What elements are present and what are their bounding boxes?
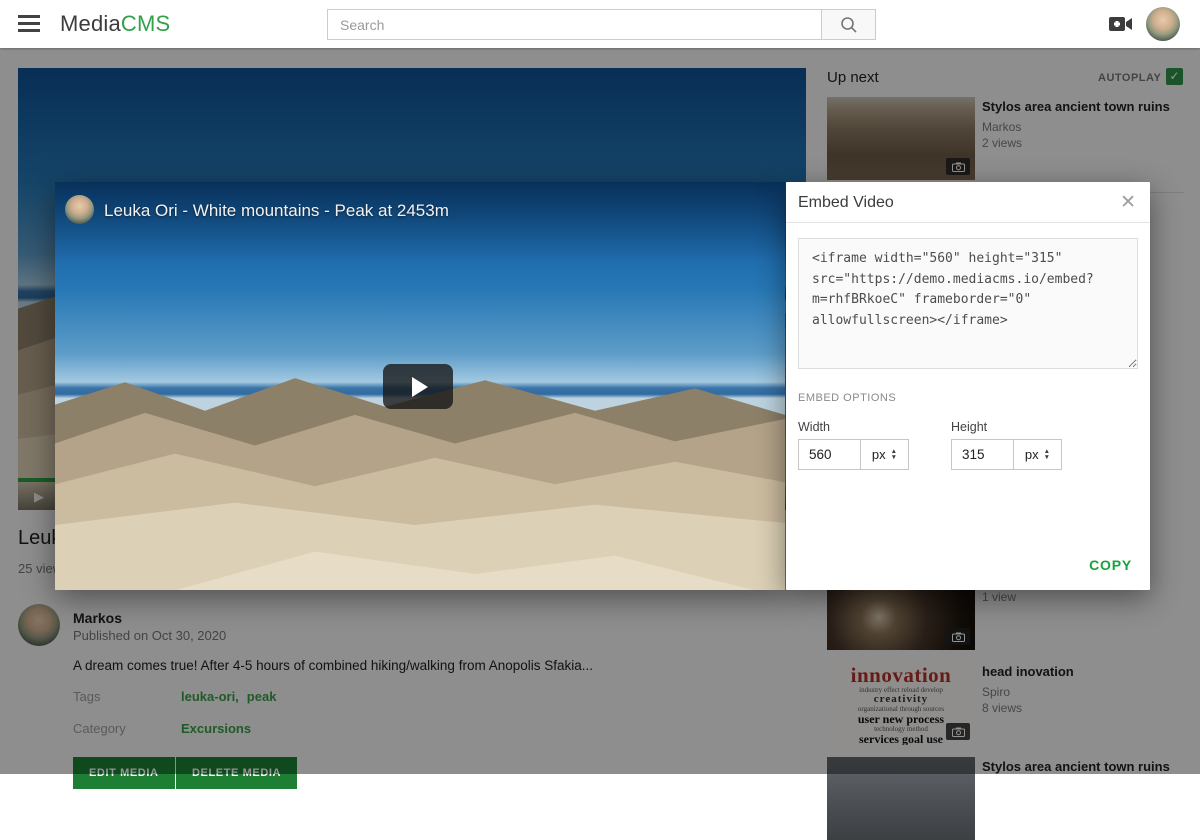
upload-media-icon[interactable] (1108, 13, 1134, 40)
search-input[interactable] (327, 9, 821, 40)
play-icon (412, 377, 428, 397)
width-label: Width (798, 420, 830, 434)
spinner-icon[interactable]: ▲▼ (891, 449, 897, 460)
embed-preview-player[interactable]: Leuka Ori - White mountains - Peak at 24… (55, 182, 785, 590)
title-gradient (55, 182, 785, 262)
preview-video-title: Leuka Ori - White mountains - Peak at 24… (104, 201, 449, 221)
spinner-icon[interactable]: ▲▼ (1044, 449, 1050, 460)
search-icon (840, 16, 858, 34)
height-label: Height (951, 420, 987, 434)
play-button[interactable] (383, 364, 453, 409)
menu-icon[interactable] (18, 15, 40, 33)
top-bar: MediaCMS (0, 0, 1200, 48)
copy-button[interactable]: COPY (1089, 557, 1132, 573)
unit-value: px (1025, 447, 1039, 462)
preview-author-avatar[interactable] (65, 195, 94, 224)
logo-secondary: CMS (121, 11, 171, 36)
modal-header: Embed Video ✕ (786, 182, 1150, 223)
height-group: px ▲▼ (951, 439, 1062, 470)
embed-video-modal: Embed Video ✕ <iframe width="560" height… (786, 182, 1150, 590)
embed-options-label: EMBED OPTIONS (798, 392, 896, 404)
width-group: px ▲▼ (798, 439, 909, 470)
search-bar (327, 9, 876, 40)
unit-value: px (872, 447, 886, 462)
embed-code-textarea[interactable]: <iframe width="560" height="315" src="ht… (798, 238, 1138, 369)
height-unit-select[interactable]: px ▲▼ (1013, 440, 1061, 469)
logo[interactable]: MediaCMS (60, 11, 170, 37)
user-avatar[interactable] (1146, 7, 1180, 41)
search-button[interactable] (821, 9, 876, 40)
modal-title: Embed Video (798, 194, 894, 212)
width-input[interactable] (799, 440, 860, 469)
logo-primary: Media (60, 11, 121, 36)
height-input[interactable] (952, 440, 1013, 469)
close-icon[interactable]: ✕ (1120, 191, 1136, 214)
width-unit-select[interactable]: px ▲▼ (860, 440, 908, 469)
